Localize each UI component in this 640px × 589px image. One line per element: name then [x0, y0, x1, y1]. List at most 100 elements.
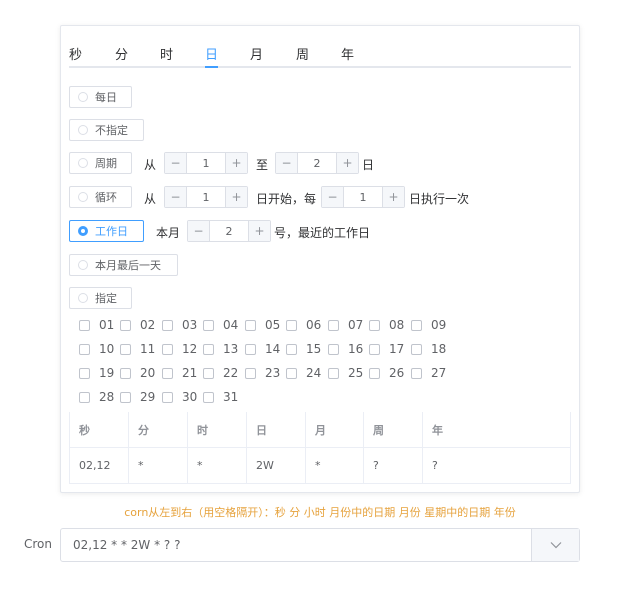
day-checkbox[interactable]: 12	[162, 342, 197, 356]
checkbox-box[interactable]	[328, 367, 339, 379]
day-checkbox[interactable]: 01	[79, 318, 114, 332]
radio-loop[interactable]: 循环	[69, 186, 132, 208]
day-checkbox[interactable]: 17	[369, 342, 404, 356]
day-checkbox[interactable]: 16	[328, 342, 363, 356]
day-checkbox[interactable]: 30	[162, 390, 197, 404]
checkbox-box[interactable]	[120, 343, 131, 355]
day-checkbox[interactable]: 25	[328, 366, 363, 380]
checkbox-box[interactable]	[162, 391, 173, 403]
checkbox-box[interactable]	[286, 343, 297, 355]
plus-icon[interactable]: +	[382, 187, 404, 207]
day-checkbox[interactable]: 15	[286, 342, 321, 356]
checkbox-box[interactable]	[162, 319, 173, 331]
period-start-stepper[interactable]: − 1 +	[164, 152, 248, 174]
day-checkbox[interactable]: 13	[203, 342, 238, 356]
day-checkbox[interactable]: 05	[245, 318, 280, 332]
checkbox-box[interactable]	[120, 319, 131, 331]
minus-icon[interactable]: −	[188, 221, 210, 241]
plus-icon[interactable]: +	[225, 187, 247, 207]
checkbox-box[interactable]	[203, 367, 214, 379]
checkbox-box[interactable]	[79, 391, 90, 403]
tab-hour[interactable]: 时	[160, 44, 173, 63]
loop-start-value[interactable]: 1	[187, 187, 225, 207]
plus-icon[interactable]: +	[248, 221, 270, 241]
checkbox-box[interactable]	[411, 367, 422, 379]
loop-every-stepper[interactable]: − 1 +	[321, 186, 405, 208]
checkbox-box[interactable]	[79, 319, 90, 331]
workday-day-stepper[interactable]: − 2 +	[187, 220, 271, 242]
loop-every-value[interactable]: 1	[344, 187, 382, 207]
tab-year[interactable]: 年	[341, 44, 354, 63]
day-checkbox[interactable]: 31	[203, 390, 238, 404]
period-end-stepper[interactable]: − 2 +	[275, 152, 359, 174]
day-checkbox[interactable]: 06	[286, 318, 321, 332]
day-checkbox[interactable]: 22	[203, 366, 238, 380]
checkbox-box[interactable]	[203, 343, 214, 355]
tab-day[interactable]: 日	[205, 44, 218, 63]
checkbox-box[interactable]	[203, 391, 214, 403]
checkbox-box[interactable]	[369, 343, 380, 355]
radio-every-day[interactable]: 每日	[69, 86, 132, 108]
tab-month[interactable]: 月	[250, 44, 263, 63]
day-checkbox[interactable]: 28	[79, 390, 114, 404]
plus-icon[interactable]: +	[225, 153, 247, 173]
day-checkbox[interactable]: 10	[79, 342, 114, 356]
period-end-value[interactable]: 2	[298, 153, 336, 173]
minus-icon[interactable]: −	[322, 187, 344, 207]
cron-expression-value[interactable]: 02,12 * * 2W * ? ?	[61, 529, 531, 561]
tab-second[interactable]: 秒	[69, 44, 82, 63]
day-checkbox[interactable]: 19	[79, 366, 114, 380]
day-checkbox[interactable]: 14	[245, 342, 280, 356]
checkbox-box[interactable]	[411, 319, 422, 331]
day-checkbox[interactable]: 26	[369, 366, 404, 380]
workday-day-value[interactable]: 2	[210, 221, 248, 241]
radio-last-day[interactable]: 本月最后一天	[69, 254, 178, 276]
tab-minute[interactable]: 分	[115, 44, 128, 63]
checkbox-box[interactable]	[120, 367, 131, 379]
checkbox-box[interactable]	[369, 319, 380, 331]
radio-period[interactable]: 周期	[69, 152, 132, 174]
tab-week[interactable]: 周	[296, 44, 309, 63]
day-checkbox[interactable]: 20	[120, 366, 155, 380]
checkbox-box[interactable]	[203, 319, 214, 331]
day-checkbox[interactable]: 02	[120, 318, 155, 332]
day-checkbox[interactable]: 18	[411, 342, 446, 356]
day-checkbox[interactable]: 04	[203, 318, 238, 332]
day-checkbox[interactable]: 09	[411, 318, 446, 332]
checkbox-box[interactable]	[369, 367, 380, 379]
checkbox-box[interactable]	[328, 319, 339, 331]
checkbox-box[interactable]	[286, 367, 297, 379]
checkbox-box[interactable]	[162, 367, 173, 379]
minus-icon[interactable]: −	[165, 187, 187, 207]
day-checkbox-label: 19	[99, 366, 115, 380]
day-checkbox[interactable]: 24	[286, 366, 321, 380]
chevron-down-icon[interactable]	[531, 529, 579, 561]
day-checkbox[interactable]: 08	[369, 318, 404, 332]
checkbox-box[interactable]	[245, 319, 256, 331]
day-checkbox[interactable]: 07	[328, 318, 363, 332]
radio-unspecified[interactable]: 不指定	[69, 119, 144, 141]
period-start-value[interactable]: 1	[187, 153, 225, 173]
loop-start-stepper[interactable]: − 1 +	[164, 186, 248, 208]
day-checkbox[interactable]: 27	[411, 366, 446, 380]
radio-workday[interactable]: 工作日	[69, 220, 144, 242]
checkbox-box[interactable]	[245, 367, 256, 379]
day-checkbox[interactable]: 29	[120, 390, 155, 404]
day-checkbox[interactable]: 21	[162, 366, 197, 380]
minus-icon[interactable]: −	[276, 153, 298, 173]
day-checkbox[interactable]: 03	[162, 318, 197, 332]
checkbox-box[interactable]	[245, 343, 256, 355]
minus-icon[interactable]: −	[165, 153, 187, 173]
checkbox-box[interactable]	[411, 343, 422, 355]
day-checkbox[interactable]: 11	[120, 342, 155, 356]
plus-icon[interactable]: +	[336, 153, 358, 173]
checkbox-box[interactable]	[79, 367, 90, 379]
checkbox-box[interactable]	[286, 319, 297, 331]
checkbox-box[interactable]	[328, 343, 339, 355]
checkbox-box[interactable]	[79, 343, 90, 355]
checkbox-box[interactable]	[162, 343, 173, 355]
cron-expression-field[interactable]: 02,12 * * 2W * ? ?	[60, 528, 580, 562]
radio-specify[interactable]: 指定	[69, 287, 132, 309]
checkbox-box[interactable]	[120, 391, 131, 403]
day-checkbox[interactable]: 23	[245, 366, 280, 380]
